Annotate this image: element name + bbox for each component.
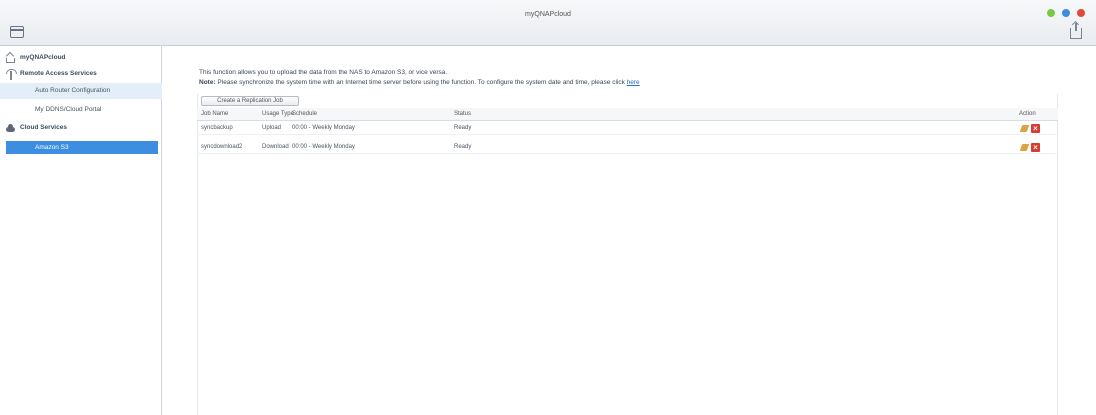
table-row[interactable]: syncdownload2 Download 00:00 - Weekly Mo… — [197, 141, 1058, 154]
create-replication-job-button[interactable]: Create a Replication Job — [201, 96, 299, 106]
sidebar-item-label: myQNAPcloud — [20, 54, 66, 61]
edit-icon[interactable] — [1019, 125, 1030, 132]
close-button[interactable] — [1077, 9, 1085, 17]
sidebar-item-cloud-services[interactable]: Cloud Services — [0, 120, 162, 136]
sidebar-item-ddns-portal[interactable]: My DDNS/Cloud Portal — [0, 102, 162, 118]
sidebar-item-remote-access[interactable]: Remote Access Services — [0, 66, 162, 82]
app-window-icon[interactable] — [10, 26, 24, 38]
delete-icon[interactable]: × — [1031, 124, 1040, 133]
title-bar: myQNAPcloud — [0, 0, 1096, 46]
job-name-cell: syncdownload2 — [201, 144, 243, 150]
sidebar-item-label: Amazon S3 — [35, 144, 69, 151]
column-usage-type[interactable]: Usage Type — [262, 111, 294, 117]
sidebar-item-label: Remote Access Services — [20, 70, 97, 77]
edit-icon[interactable] — [1019, 144, 1030, 151]
column-schedule[interactable]: Schedule — [292, 111, 317, 117]
table-header: Job Name Usage Type Schedule Status Acti… — [197, 108, 1058, 121]
schedule-cell: 00:00 - Weekly Monday — [292, 125, 355, 131]
function-description: This function allows you to upload the d… — [199, 69, 448, 76]
antenna-icon — [7, 69, 16, 80]
sidebar-item-label: Cloud Services — [20, 124, 67, 131]
usage-type-cell: Upload — [262, 125, 282, 131]
date-time-settings-link[interactable]: here — [627, 79, 640, 86]
column-job-name[interactable]: Job Name — [201, 111, 228, 117]
note-text: Note: Please synchronize the system time… — [199, 79, 1059, 86]
delete-icon[interactable]: × — [1031, 143, 1040, 152]
sidebar-item-auto-router[interactable]: Auto Router Configuration — [0, 83, 162, 99]
table-row[interactable]: syncbackup Upload 00:00 - Weekly Monday … — [197, 122, 1058, 135]
sidebar: myQNAPcloud Remote Access Services Auto … — [0, 46, 162, 415]
sidebar-item-amazon-s3[interactable]: Amazon S3 — [6, 141, 158, 154]
status-cell: Ready — [454, 125, 472, 131]
status-cell: Ready — [454, 144, 472, 150]
maximize-button[interactable] — [1047, 9, 1055, 17]
cloud-icon — [6, 124, 15, 132]
main-content: This function allows you to upload the d… — [163, 46, 1096, 415]
window-title: myQNAPcloud — [525, 11, 571, 18]
usage-type-cell: Download — [262, 144, 289, 150]
minimize-button[interactable] — [1062, 9, 1070, 17]
home-icon — [6, 58, 15, 63]
note-label: Note: — [199, 79, 216, 86]
sidebar-item-label: My DDNS/Cloud Portal — [35, 106, 102, 113]
note-body: Please synchronize the system time with … — [215, 79, 627, 86]
column-action: Action — [1019, 111, 1036, 117]
column-status[interactable]: Status — [454, 111, 471, 117]
schedule-cell: 00:00 - Weekly Monday — [292, 144, 355, 150]
sidebar-item-label: Auto Router Configuration — [35, 87, 111, 94]
job-name-cell: syncbackup — [201, 125, 233, 131]
export-icon[interactable] — [1070, 23, 1082, 39]
sidebar-item-myqnapcloud[interactable]: myQNAPcloud — [0, 50, 162, 66]
